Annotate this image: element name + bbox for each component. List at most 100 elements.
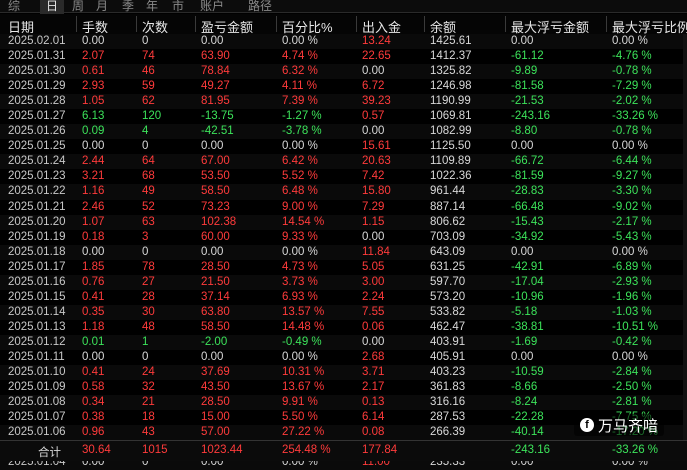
- cell-count: 46: [142, 65, 155, 78]
- cell-pct: 6.93 %: [282, 290, 318, 303]
- cell-maxdd: -17.04: [511, 275, 544, 288]
- cell-lots: 1.05: [82, 95, 105, 108]
- cell-lots: 0.00: [82, 245, 105, 258]
- cell-flow: 0.00: [362, 125, 385, 138]
- cell-flow: 0.00: [362, 65, 385, 78]
- cell-maxddp: -2.17 %: [612, 215, 652, 228]
- cell-date: 2025.01.11: [8, 350, 65, 363]
- tab-5[interactable]: 年: [146, 0, 158, 14]
- table-row[interactable]: 2025.01.13 1.18 48 58.50 14.48 % 0.06 462.47 -3…: [0, 320, 687, 335]
- table-row[interactable]: 2025.01.10 0.41 24 37.69 10.31 % 3.71 403.23 -1…: [0, 365, 687, 381]
- cell-maxddp: -0.78 %: [612, 125, 652, 138]
- cell-balance: 1109.89: [430, 155, 471, 168]
- table-row[interactable]: 2025.01.18 0.00 0 0.00 0.00 % 11.84 643.09 0.00…: [0, 244, 687, 260]
- tab-4[interactable]: 季: [122, 0, 134, 14]
- cell-balance: 403.23: [430, 366, 466, 379]
- cell-balance: 1325.82: [430, 65, 472, 78]
- table-row[interactable]: 2025.01.16 0.76 27 21.50 3.73 % 3.00 597.70 -17…: [0, 274, 687, 290]
- footer-total-max-drawdown: -243.16: [511, 444, 551, 456]
- table-row[interactable]: 2025.01.22 1.16 49 58.50 6.48 % 15.80 961.44 -2…: [0, 184, 687, 200]
- cell-count: 30: [142, 305, 155, 318]
- cell-maxdd: -40.14: [511, 426, 544, 439]
- table-row[interactable]: 2025.01.11 0.00 0 0.00 0.00 % 2.68 405.91 0.00 0…: [0, 350, 687, 365]
- tab-6[interactable]: 市: [172, 0, 184, 14]
- tab-7[interactable]: 账户: [200, 0, 224, 14]
- tab-0[interactable]: 综: [8, 0, 20, 14]
- table-row[interactable]: 2025.01.24 2.44 64 67.00 6.42 % 20.63 1109.89 -…: [0, 154, 687, 170]
- cell-maxdd: -22.28: [511, 411, 544, 424]
- cell-lots: 0.58: [82, 381, 105, 394]
- table-row[interactable]: 2025.01.09 0.58 32 43.50 13.67 % 2.17 361.83 -8…: [0, 380, 687, 395]
- cell-pnl: 0.00: [201, 350, 224, 363]
- table-footer-totals: 合计 30.64 1015 1023.44 254.48 % 177.84 -2…: [0, 440, 687, 461]
- tab-8[interactable]: 路径: [248, 0, 272, 14]
- cell-date: 2025.02.01: [8, 35, 66, 47]
- table-row[interactable]: 2025.01.12 0.01 1 -2.00 -0.49 % 0.00 403.91 -1.…: [0, 334, 687, 350]
- cell-lots: 0.01: [82, 335, 105, 348]
- tab-1[interactable]: 日: [40, 0, 65, 14]
- table-row[interactable]: 2025.01.25 0.00 0 0.00 0.00 % 15.61 1125.50 0.0…: [0, 139, 687, 154]
- cell-pct: 6.48 %: [282, 185, 318, 198]
- cell-maxddp: 0.00 %: [612, 35, 648, 47]
- table-row[interactable]: 2025.01.17 1.85 78 28.50 4.73 % 5.05 631.25 -42…: [0, 260, 687, 275]
- cell-pnl: -42.51: [201, 125, 234, 138]
- cell-pnl: 0.00: [201, 140, 224, 153]
- cell-date: 2025.01.18: [8, 245, 66, 258]
- cell-flow: 13.24: [362, 35, 391, 47]
- table-row[interactable]: 2025.02.01 0.00 0 0.00 0.00 % 13.24 1425.61 0.0…: [0, 34, 687, 50]
- cell-lots: 1.85: [82, 260, 105, 273]
- cell-maxdd: 0.00: [511, 245, 534, 258]
- column-divider: [136, 16, 137, 32]
- table-row[interactable]: 2025.01.29 2.93 59 49.27 4.11 % 6.72 1246.98 -8…: [0, 79, 687, 94]
- tab-3[interactable]: 月: [96, 0, 108, 14]
- tab-2[interactable]: 周: [72, 0, 84, 14]
- facebook-logo-icon: f: [580, 418, 594, 432]
- cell-balance: 1425.61: [430, 35, 472, 47]
- cell-pct: 3.73 %: [282, 275, 318, 288]
- cell-date: 2025.01.06: [8, 426, 66, 439]
- table-row[interactable]: 2025.01.27 6.13 120 -13.75 -1.27 % 0.57 1069.8…: [0, 109, 687, 124]
- cell-balance: 1069.81: [430, 110, 472, 123]
- cell-maxdd: -38.81: [511, 320, 544, 333]
- cell-count: 18: [142, 411, 155, 424]
- vertical-scrollbar[interactable]: [683, 34, 687, 440]
- table-row[interactable]: 2025.01.21 2.46 52 73.23 9.00 % 7.29 887.14 -66…: [0, 200, 687, 215]
- cell-maxddp: -1.03 %: [612, 305, 652, 318]
- cell-pct: 14.48 %: [282, 320, 325, 333]
- cell-balance: 887.14: [430, 200, 466, 213]
- cell-maxdd: 0.00: [511, 35, 534, 47]
- table-row[interactable]: 2025.01.15 0.41 28 37.14 6.93 % 2.24 573.20 -10…: [0, 290, 687, 305]
- cell-flow: 2.17: [362, 381, 385, 394]
- cell-maxdd: -66.72: [511, 155, 544, 168]
- table-row[interactable]: 2025.01.31 2.07 74 63.90 4.74 % 22.65 1412.37 -…: [0, 49, 687, 64]
- cell-pct: 9.00 %: [282, 200, 318, 213]
- cell-maxddp: -2.84 %: [612, 366, 652, 379]
- cell-maxddp: -4.76 %: [612, 50, 652, 63]
- cell-lots: 0.34: [82, 396, 105, 409]
- cell-lots: 0.76: [82, 275, 105, 288]
- table-row[interactable]: 2025.01.28 1.05 62 81.95 7.39 % 39.23 1190.99 -…: [0, 94, 687, 110]
- cell-lots: 0.00: [82, 35, 105, 47]
- cell-count: 49: [142, 185, 155, 198]
- cell-lots: 0.09: [82, 125, 105, 138]
- table-row[interactable]: 2025.01.19 0.18 3 60.00 9.33 % 0.00 703.09 -34.…: [0, 230, 687, 245]
- cell-flow: 1.15: [362, 215, 385, 228]
- cell-count: 1: [142, 335, 149, 348]
- cell-pnl: 63.90: [201, 50, 230, 63]
- cell-pnl: 37.14: [201, 290, 230, 303]
- table-row[interactable]: 2025.01.26 0.09 4 -42.51 -3.78 % 0.00 1082.99 -…: [0, 124, 687, 140]
- cell-maxddp: -6.44 %: [612, 155, 652, 168]
- table-row[interactable]: 2025.01.08 0.34 21 28.50 9.91 % 0.13 316.16 -8.…: [0, 395, 687, 411]
- cell-pnl: 102.38: [201, 215, 237, 228]
- table-row[interactable]: 2025.01.14 0.35 30 63.80 13.57 % 7.55 533.82 -5…: [0, 304, 687, 320]
- table-row[interactable]: 2025.01.30 0.61 46 78.84 6.32 % 0.00 1325.82 -9…: [0, 64, 687, 80]
- cell-maxddp: -0.42 %: [612, 335, 652, 348]
- cell-pct: -3.78 %: [282, 125, 322, 138]
- cell-lots: 2.46: [82, 200, 105, 213]
- cell-balance: 961.44: [430, 185, 466, 198]
- cell-flow: 15.61: [362, 140, 391, 153]
- table-row[interactable]: 2025.01.23 3.21 68 53.50 5.52 % 7.42 1022.36 -8…: [0, 169, 687, 184]
- cell-maxddp: -2.50 %: [612, 381, 652, 394]
- cell-maxdd: -8.24: [511, 396, 538, 409]
- table-row[interactable]: 2025.01.20 1.07 63 102.38 14.54 % 1.15 806.62 -…: [0, 214, 687, 230]
